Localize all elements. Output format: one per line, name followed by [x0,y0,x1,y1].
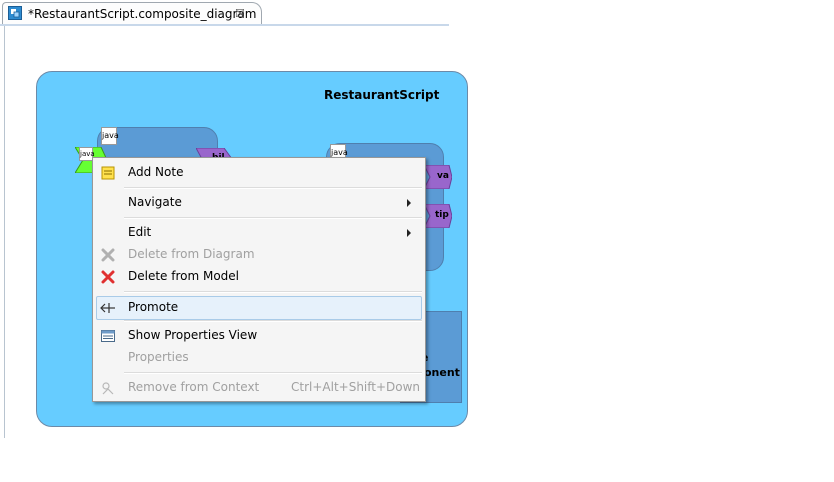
menu-item-label: Navigate [128,195,182,209]
menu-item-label: Show Properties View [128,328,258,342]
menu-item-delete-from-model[interactable]: Delete from Model [93,266,425,288]
menu-item-properties[interactable]: Properties [93,347,425,369]
menu-item-label: Properties [128,350,189,364]
submenu-arrow-icon [407,199,411,207]
java-implementation-icon: java [101,127,119,145]
menu-item-label: Delete from Model [128,269,240,283]
reference-label-va: va [437,171,449,181]
context-menu: Add Note Navigate Edit Delete from Diagr… [92,157,426,402]
promote-icon [100,303,115,313]
menu-item-label: Promote [128,300,179,314]
menu-item-show-properties-view[interactable]: Show Properties View [93,325,425,347]
java-service-icon: java [79,147,95,161]
menu-item-shortcut: Ctrl+Alt+Shift+Down [291,380,421,394]
menu-item-label: Add Note [128,165,184,179]
menu-separator [124,372,422,374]
properties-view-icon [101,330,115,342]
reference-label-tip: tip [435,210,449,220]
editor-tab-bar: *RestaurantScript.composite_diagram ☒ [0,0,449,26]
tab-restaurantscript-composite-diagram[interactable]: *RestaurantScript.composite_diagram ☒ [2,2,262,25]
submenu-arrow-icon [407,229,411,237]
remove-from-context-icon [102,382,114,395]
composite-title: RestaurantScript [324,88,440,102]
delete-red-icon [101,270,115,284]
menu-item-navigate[interactable]: Navigate [93,192,425,214]
menu-separator [124,187,422,189]
tab-title: *RestaurantScript.composite_diagram [28,7,257,21]
menu-separator [124,217,422,219]
menu-item-remove-from-context[interactable]: Remove from Context Ctrl+Alt+Shift+Down [93,377,425,399]
menu-item-edit[interactable]: Edit [93,222,425,244]
menu-item-delete-from-diagram[interactable]: Delete from Diagram [93,244,425,266]
composite-diagram-icon [8,6,22,20]
menu-item-label: Delete from Diagram [128,247,255,261]
menu-item-promote[interactable]: Promote [96,296,422,320]
menu-item-label: Remove from Context [128,380,260,394]
component-3-label-2: onent [424,366,460,379]
menu-separator [124,320,422,322]
close-icon[interactable]: ☒ [235,7,245,20]
menu-item-add-note[interactable]: Add Note [93,162,425,184]
delete-grey-icon [101,248,115,262]
note-icon [101,166,115,180]
menu-separator [124,291,422,293]
menu-item-label: Edit [128,225,152,239]
